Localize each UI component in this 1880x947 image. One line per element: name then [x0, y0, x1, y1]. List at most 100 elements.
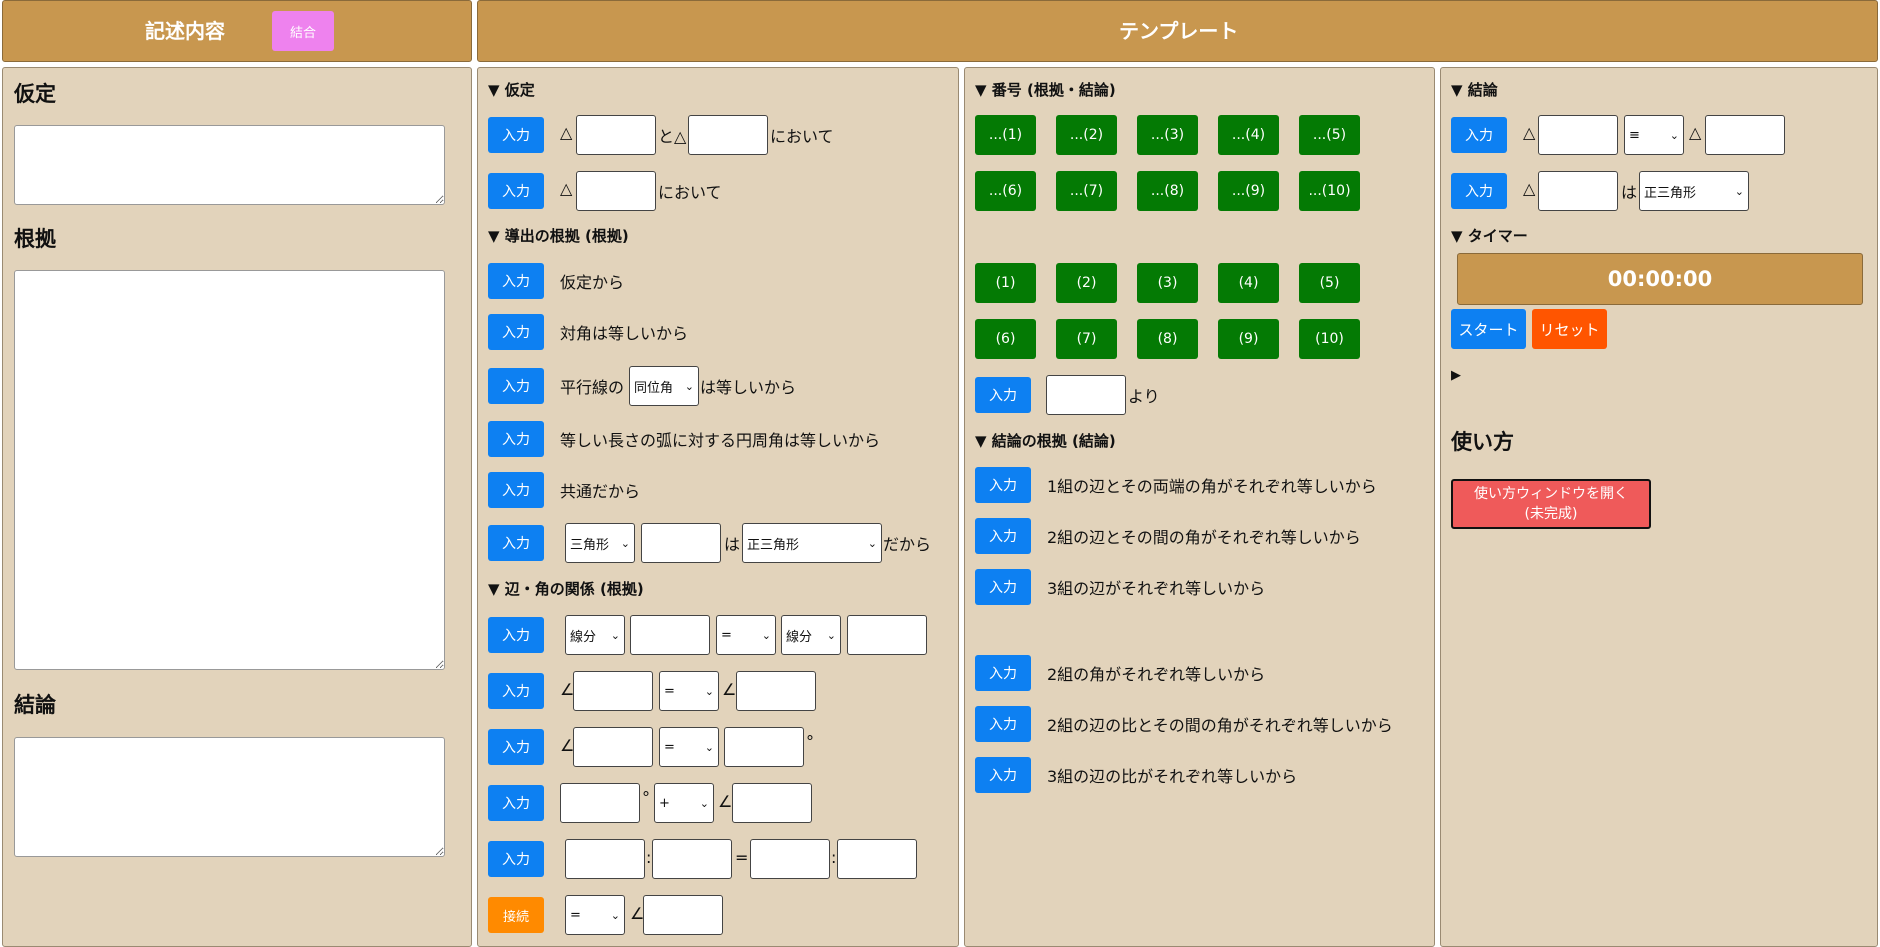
header-left: 記述内容 結合 — [2, 0, 472, 62]
ratio-field-4[interactable] — [837, 839, 917, 879]
conclusion-reason-button-5[interactable]: 入力 — [975, 706, 1031, 742]
num-button-3[interactable]: (3) — [1137, 263, 1198, 303]
num-button-8[interactable]: (8) — [1137, 319, 1198, 359]
degree-field-1[interactable] — [724, 727, 804, 767]
angle-field-4[interactable] — [732, 783, 812, 823]
num-button-7[interactable]: (7) — [1056, 319, 1117, 359]
assumption-input-button-1[interactable]: 入力 — [488, 117, 544, 153]
relation-input-button-3[interactable]: 入力 — [488, 729, 544, 765]
ref-button-dots-10[interactable]: ...(10) — [1299, 171, 1360, 211]
triangle-single-field[interactable] — [576, 171, 656, 211]
yori-input-button[interactable]: 入力 — [975, 377, 1031, 413]
reason-arc: 等しい長さの弧に対する円周角は等しいから — [560, 431, 881, 450]
reason-from-assumption: 仮定から — [560, 273, 625, 292]
conclusion-input-button-2[interactable]: 入力 — [1451, 173, 1507, 209]
shape-type-select[interactable]: 正三角形 ⌄ — [742, 523, 882, 563]
num-button-1[interactable]: (1) — [975, 263, 1036, 303]
assumption-textarea[interactable] — [14, 125, 445, 205]
triangle-2-field[interactable] — [688, 115, 768, 155]
ref-button-dots-8[interactable]: ...(8) — [1137, 171, 1198, 211]
equals-symbol: = — [735, 848, 749, 867]
collapsed-section-toggle[interactable]: ▶ — [1451, 368, 1461, 383]
derivation-section-head[interactable]: ▼ 導出の根拠 (根拠) — [488, 225, 629, 246]
conclusion-shape-type-select[interactable]: 正三角形 ⌄ — [1639, 171, 1749, 211]
angle-field-1[interactable] — [573, 671, 653, 711]
ref-button-dots-2[interactable]: ...(2) — [1056, 115, 1117, 155]
open-howto-line2: (未完成) — [1524, 506, 1578, 522]
conclusion-triangle-2-field[interactable] — [1705, 115, 1785, 155]
reason-input-button-1[interactable]: 入力 — [488, 263, 544, 299]
triangle-1-field[interactable] — [576, 115, 656, 155]
connect-angle-field[interactable] — [643, 895, 723, 935]
ratio-field-2[interactable] — [652, 839, 732, 879]
connect-relation-select[interactable]: = ⌄ — [565, 895, 625, 935]
angle-field-3[interactable] — [573, 727, 653, 767]
relation-input-button-2[interactable]: 入力 — [488, 673, 544, 709]
assumption-input-button-2[interactable]: 入力 — [488, 173, 544, 209]
conclusion-reason-6: 3組の辺の比がそれぞれ等しいから — [1047, 767, 1298, 786]
conclusion-section-head[interactable]: ▼ 結論 — [1451, 79, 1498, 100]
dakara-label: だから — [883, 535, 932, 554]
parallel-angle-select[interactable]: 同位角 ⌄ — [629, 366, 699, 406]
conclusion-textarea[interactable] — [14, 737, 445, 857]
ref-button-dots-3[interactable]: ...(3) — [1137, 115, 1198, 155]
relation-section-head[interactable]: ▼ 辺・角の関係 (根拠) — [488, 578, 644, 599]
angle-field-2[interactable] — [736, 671, 816, 711]
relation-select-3[interactable]: = ⌄ — [659, 727, 719, 767]
conclusion-triangle-1-field[interactable] — [1538, 115, 1618, 155]
ratio-field-1[interactable] — [565, 839, 645, 879]
ref-button-dots-4[interactable]: ...(4) — [1218, 115, 1279, 155]
angle-symbol: ∠ — [722, 680, 737, 699]
conclusion-reason-button-1[interactable]: 入力 — [975, 467, 1031, 503]
combine-button[interactable]: 結合 — [272, 11, 334, 51]
conclusion-reason-button-2[interactable]: 入力 — [975, 518, 1031, 554]
num-button-6[interactable]: (6) — [975, 319, 1036, 359]
degree-field-2[interactable] — [560, 783, 640, 823]
segment-field-1[interactable] — [630, 615, 710, 655]
conclusion-input-button-1[interactable]: 入力 — [1451, 117, 1507, 153]
reason-input-button-5[interactable]: 入力 — [488, 472, 544, 508]
relation-select-1[interactable]: = ⌄ — [716, 615, 776, 655]
reason-input-button-4[interactable]: 入力 — [488, 421, 544, 457]
conclusion-reason-section-head[interactable]: ▼ 結論の根拠 (結論) — [975, 430, 1116, 451]
shape-select[interactable]: 三角形 ⌄ — [565, 523, 635, 563]
reason-input-button-3[interactable]: 入力 — [488, 368, 544, 404]
relation-input-button-5[interactable]: 入力 — [488, 841, 544, 877]
num-button-9[interactable]: (9) — [1218, 319, 1279, 359]
ref-button-dots-7[interactable]: ...(7) — [1056, 171, 1117, 211]
num-button-10[interactable]: (10) — [1299, 319, 1360, 359]
ref-button-dots-6[interactable]: ...(6) — [975, 171, 1036, 211]
segment-field-2[interactable] — [847, 615, 927, 655]
relation-select-2[interactable]: = ⌄ — [659, 671, 719, 711]
reason-input-button-2[interactable]: 入力 — [488, 314, 544, 350]
connect-button[interactable]: 接続 — [488, 897, 544, 933]
reason-textarea[interactable] — [14, 270, 445, 670]
ref-button-dots-9[interactable]: ...(9) — [1218, 171, 1279, 211]
conclusion-reason-button-4[interactable]: 入力 — [975, 655, 1031, 691]
shape-name-field[interactable] — [641, 523, 721, 563]
num-button-4[interactable]: (4) — [1218, 263, 1279, 303]
number-section-head[interactable]: ▼ 番号 (根拠・結論) — [975, 79, 1116, 100]
segment-select-2[interactable]: 線分 ⌄ — [781, 615, 841, 655]
segment-select-1[interactable]: 線分 ⌄ — [565, 615, 625, 655]
timer-reset-button[interactable]: リセット — [1532, 309, 1607, 349]
ratio-field-3[interactable] — [750, 839, 830, 879]
operator-select[interactable]: + ⌄ — [654, 783, 714, 823]
ref-button-dots-1[interactable]: ...(1) — [975, 115, 1036, 155]
timer-section-head[interactable]: ▼ タイマー — [1451, 225, 1528, 246]
reason-input-button-6[interactable]: 入力 — [488, 525, 544, 561]
relation-input-button-4[interactable]: 入力 — [488, 785, 544, 821]
ref-button-dots-5[interactable]: ...(5) — [1299, 115, 1360, 155]
num-button-5[interactable]: (5) — [1299, 263, 1360, 303]
open-howto-button[interactable]: 使い方ウィンドウを開く (未完成) — [1451, 479, 1651, 529]
open-howto-line1: 使い方ウィンドウを開く — [1474, 486, 1628, 502]
conclusion-reason-button-6[interactable]: 入力 — [975, 757, 1031, 793]
relation-input-button-1[interactable]: 入力 — [488, 617, 544, 653]
conclusion-reason-button-3[interactable]: 入力 — [975, 569, 1031, 605]
congruence-select[interactable]: ≡ ⌄ — [1624, 115, 1684, 155]
timer-start-button[interactable]: スタート — [1451, 309, 1526, 349]
num-button-2[interactable]: (2) — [1056, 263, 1117, 303]
assumption-section-head[interactable]: ▼ 仮定 — [488, 79, 535, 100]
yori-field[interactable] — [1046, 375, 1126, 415]
conclusion-shape-field[interactable] — [1538, 171, 1618, 211]
